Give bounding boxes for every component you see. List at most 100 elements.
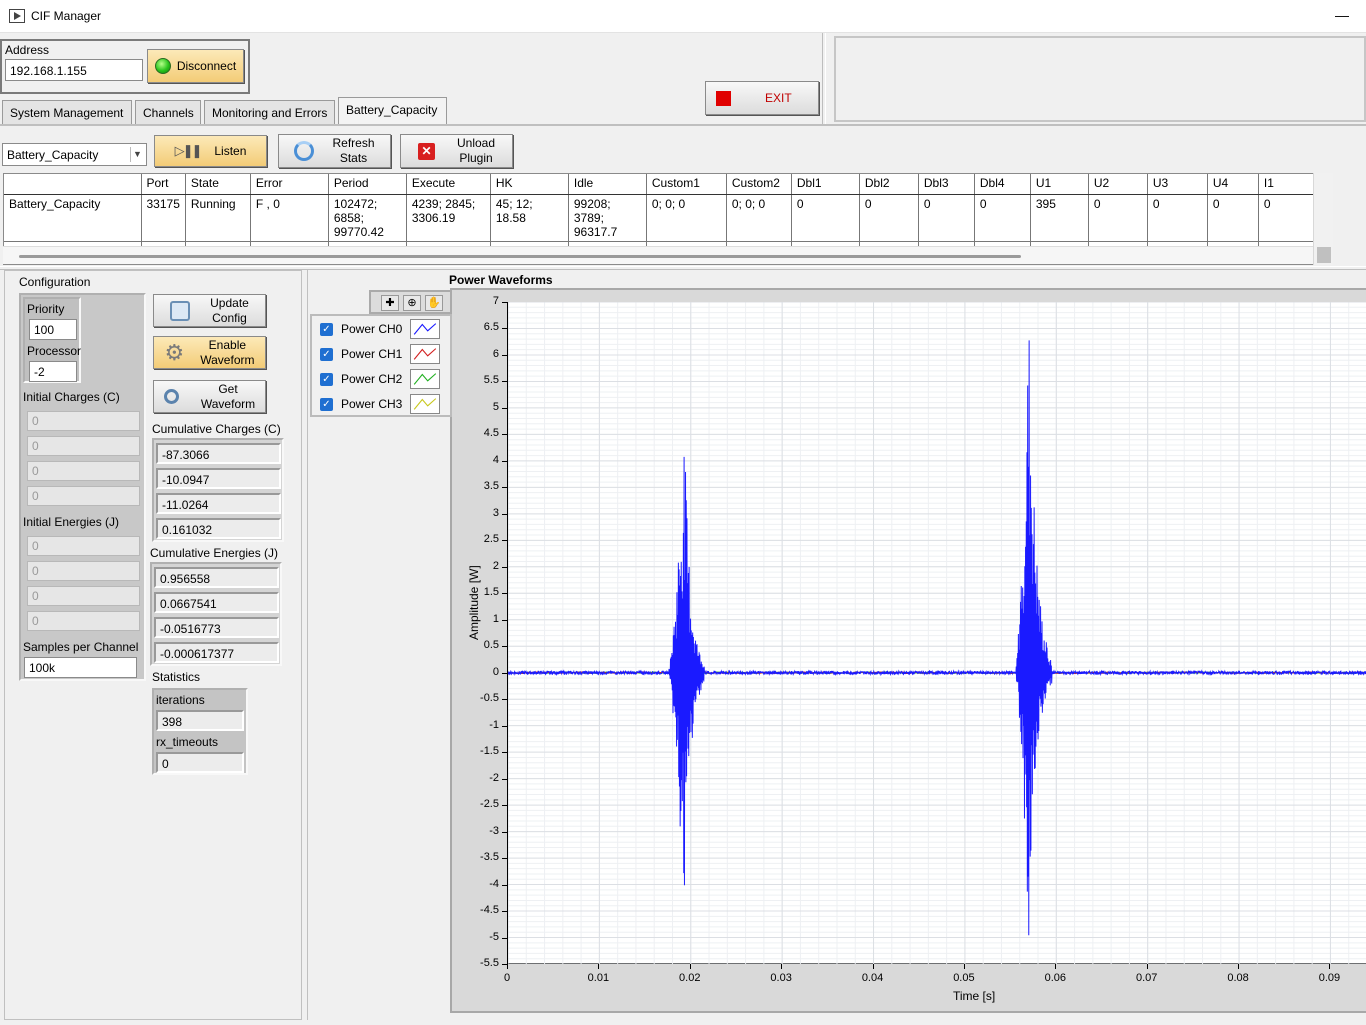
chevron-down-icon[interactable]: ▼ [130,147,144,162]
table-cell: Running [185,194,251,242]
minimize-button[interactable]: — [1330,4,1354,28]
unload-plugin-button[interactable]: ✕ Unload Plugin [400,134,513,168]
initial-energy-2: 0 [27,586,140,606]
y-tick-mark [502,566,507,568]
y-tick-mark [502,699,507,701]
table-cell: 0 [791,194,860,242]
processor-input[interactable]: -2 [29,361,77,382]
refresh-label-2: Stats [339,151,368,165]
y-tick-mark [502,831,507,833]
scrollbar-thumb[interactable] [19,255,1021,258]
x-tick-label: 0.03 [770,972,792,984]
iterations-value: 398 [156,710,244,731]
y-tick-mark [502,540,507,542]
column-header: Port [141,174,186,195]
enable-waveform-button[interactable]: ⚙ Enable Waveform [153,336,266,369]
y-tick-mark [502,725,507,727]
y-tick-label: 5.5 [483,374,499,387]
vertical-divider [822,33,826,125]
legend-swatch-ch2[interactable] [410,369,440,389]
cumulative-charge-3: 0.161032 [156,518,281,539]
cumulative-energy-2: -0.0516773 [154,617,279,638]
tab-system-management[interactable]: System Management [2,100,132,125]
plugin-select[interactable]: Battery_Capacity ▼ [2,143,147,166]
legend-label-ch2: Power CH2 [341,372,403,386]
initial-energy-3: 0 [27,611,140,631]
priority-input[interactable]: 100 [29,319,77,340]
update-config-label-1: Update [210,295,249,310]
table-horizontal-scrollbar[interactable] [3,246,1315,264]
waveform-plot[interactable] [508,302,1366,964]
update-config-label-2: Config [212,310,247,325]
y-tick-mark [502,434,507,436]
cursor-move-icon[interactable]: ✚ [381,295,399,311]
waveform-plot-area[interactable] [507,302,1366,964]
scrollbar-thumb[interactable] [1317,247,1331,263]
listen-button[interactable]: ▷❚❚ Listen [154,135,267,167]
status-panel [834,36,1366,122]
checkbox-checked-icon[interactable]: ✓ [320,322,333,336]
y-tick-label: -2 [489,771,499,784]
checkbox-checked-icon[interactable]: ✓ [320,372,333,386]
plugin-select-value: Battery_Capacity [7,148,99,162]
hand-pan-icon[interactable]: ✋ [425,295,443,311]
tab-baseline [0,124,1366,126]
disconnect-button[interactable]: Disconnect [147,49,244,83]
y-tick-mark [502,354,507,356]
legend-swatch-ch1[interactable] [410,344,440,364]
column-header: Period [328,174,407,195]
y-tick-label: -4.5 [480,904,499,917]
y-tick-label: 0 [492,665,499,678]
table-cell: 0 [1207,194,1259,242]
update-icon [170,300,191,321]
tab-channels[interactable]: Channels [135,100,201,125]
stop-icon [716,90,731,106]
table-cell: 4239; 2845; 3306.19 [406,194,491,242]
y-tick-mark [502,487,507,489]
graph-palette: ✚ ⊕ ✋ [369,290,452,314]
tab-monitoring-and-errors[interactable]: Monitoring and Errors [204,100,335,125]
checkbox-checked-icon[interactable]: ✓ [320,347,333,361]
y-tick-mark [502,328,507,330]
legend-swatch-ch3[interactable] [410,394,440,414]
checkbox-checked-icon[interactable]: ✓ [320,397,333,411]
zoom-icon[interactable]: ⊕ [403,295,421,311]
x-tick-mark [507,964,508,969]
series-line-power-ch0 [508,340,1366,936]
y-tick-label: 4.5 [483,427,499,440]
legend-item-ch2[interactable]: ✓ Power CH2 [320,369,402,389]
plot-legend: ✓ Power CH0 ✓ Power CH1 ✓ Power CH2 ✓ Power … [310,314,452,417]
address-input[interactable]: 192.168.1.155 [5,59,143,81]
table-cell: Battery_Capacity [4,194,142,242]
x-tick-label: 0.08 [1227,972,1249,984]
x-tick-mark [689,964,691,969]
x-tick-mark [598,964,600,969]
legend-swatch-ch0[interactable] [410,319,440,339]
y-tick-label: 2.5 [483,533,499,546]
column-header: State [185,174,251,195]
table-vertical-scrollbar[interactable] [1313,173,1333,265]
refresh-stats-button[interactable]: Refresh Stats [278,134,391,168]
table-cell: 99208; 3789; 96317.7 [568,194,647,242]
y-tick-mark [502,752,507,754]
get-waveform-button[interactable]: Get Waveform [153,380,266,413]
legend-item-ch0[interactable]: ✓ Power CH0 [320,319,402,339]
table-cell: 395 [1030,194,1089,242]
column-header: Dbl2 [859,174,919,195]
samples-per-channel-input[interactable]: 100k [24,657,137,678]
y-tick-mark [502,513,507,515]
tab-battery-capacity[interactable]: Battery_Capacity [338,97,447,125]
close-icon: ✕ [417,142,435,160]
x-tick-label: 0.06 [1044,972,1066,984]
y-tick-label: 7 [492,295,499,307]
y-tick-mark [502,778,507,780]
table-row[interactable]: Battery_Capacity 33175 Running F , 0 102472;… [4,194,1319,242]
legend-item-ch1[interactable]: ✓ Power CH1 [320,344,402,364]
column-header: Dbl4 [974,174,1031,195]
rx-timeouts-value: 0 [156,752,244,773]
exit-button[interactable]: EXIT [705,81,819,115]
legend-item-ch3[interactable]: ✓ Power CH3 [320,394,402,414]
update-config-button[interactable]: Update Config [153,294,266,327]
x-tick-label: 0 [503,972,511,984]
cumulative-charges-label: Cumulative Charges (C) [152,422,281,436]
